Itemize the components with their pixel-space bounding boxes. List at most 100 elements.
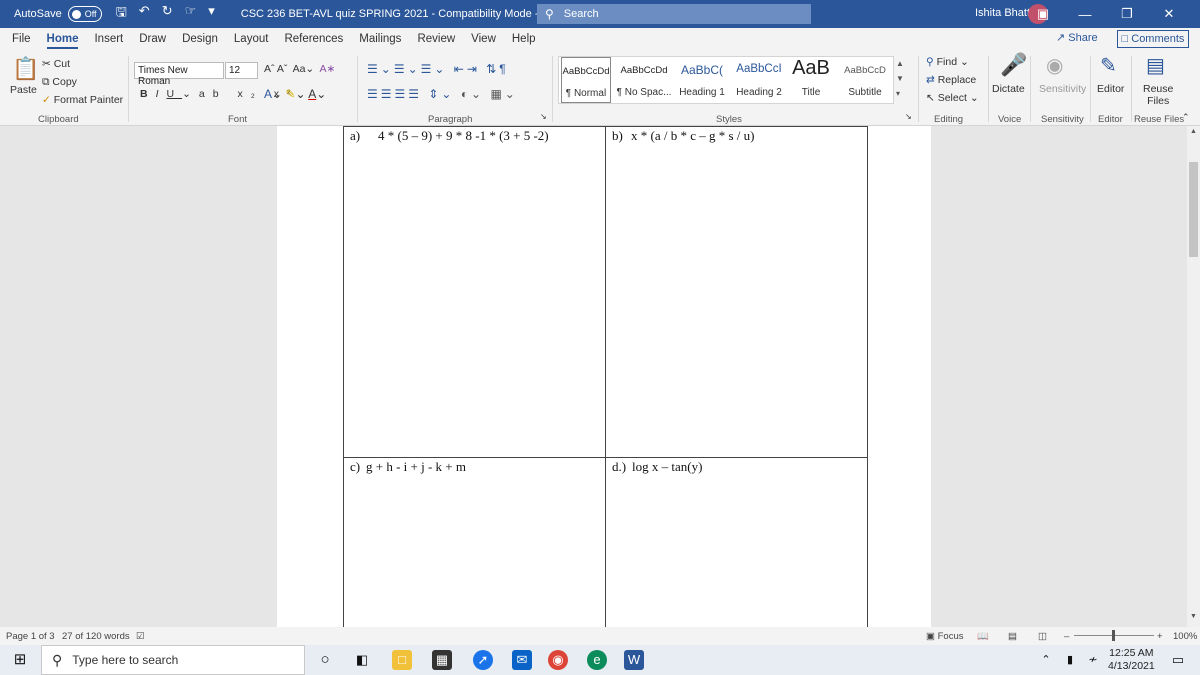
close-icon[interactable]: ✕ bbox=[1148, 6, 1190, 22]
tab-layout[interactable]: Layout bbox=[226, 28, 277, 50]
paste-button[interactable]: Paste bbox=[10, 84, 37, 96]
sensitivity-button[interactable]: Sensitivity bbox=[1039, 83, 1086, 95]
page-count[interactable]: Page 1 of 3 bbox=[6, 631, 55, 642]
store-icon[interactable]: ▦ bbox=[432, 650, 452, 670]
mail-icon[interactable]: ✉ bbox=[512, 650, 532, 670]
replace-button[interactable]: ⇄ Replace bbox=[926, 74, 976, 86]
chrome-icon[interactable]: ◉ bbox=[548, 650, 568, 670]
windows-start-icon[interactable]: ⊞ bbox=[10, 650, 30, 670]
question-b-expression[interactable]: x * (a / b * c – g * s / u) bbox=[631, 128, 754, 144]
wifi-icon[interactable]: ≁ bbox=[1083, 650, 1103, 670]
tab-design[interactable]: Design bbox=[174, 28, 226, 50]
style-heading-1[interactable]: AaBbC(Heading 1 bbox=[673, 57, 731, 103]
dialog-launcher-icon[interactable]: ↘ bbox=[540, 112, 547, 121]
style-subtitle[interactable]: AaBbCcD Subtitle bbox=[837, 57, 893, 103]
find-label: Find bbox=[936, 56, 958, 68]
zoom-out-icon[interactable]: – bbox=[1064, 631, 1069, 642]
print-layout-icon[interactable]: ▤ bbox=[1008, 631, 1017, 642]
focus-button[interactable]: ▣ Focus bbox=[926, 631, 964, 642]
dialog-launcher-icon[interactable]: ↘ bbox=[905, 112, 912, 121]
paragraph-group-label: Paragraph bbox=[428, 114, 473, 125]
search-box[interactable]: ⚲ Search bbox=[537, 4, 811, 24]
style-heading-2[interactable]: AaBbCcI Heading 2 bbox=[731, 57, 787, 103]
battery-icon[interactable]: ▮ bbox=[1060, 650, 1080, 670]
restore-icon[interactable]: ❐ bbox=[1106, 6, 1148, 22]
style-title[interactable]: AaB Title bbox=[787, 57, 835, 103]
taskbar-search[interactable]: ⚲ Type here to search bbox=[41, 645, 305, 675]
question-c-letter[interactable]: c) bbox=[350, 459, 360, 475]
minimize-icon[interactable]: — bbox=[1064, 7, 1106, 22]
grow-font-icon[interactable]: Aˆ Aˇ Aa⌄ A∗ bbox=[264, 63, 335, 75]
customize-qa-icon[interactable]: ▾ bbox=[208, 3, 215, 25]
save-icon[interactable]: 🖫 bbox=[116, 3, 127, 25]
reuse-files-button[interactable]: Reuse Files bbox=[1143, 83, 1173, 107]
tab-review[interactable]: Review bbox=[409, 28, 463, 50]
dictate-button[interactable]: Dictate bbox=[992, 83, 1025, 95]
comments-label: Comments bbox=[1131, 33, 1185, 45]
word-count[interactable]: 27 of 120 words bbox=[62, 631, 130, 642]
tab-view[interactable]: View bbox=[463, 28, 504, 50]
zoom-slider-thumb[interactable] bbox=[1112, 630, 1115, 641]
autosave-toggle[interactable]: Off bbox=[67, 6, 102, 22]
alignment-buttons[interactable]: ☰☰☰☰ ⇕⌄ ◐⌄ ▦⌄ bbox=[367, 87, 518, 101]
collapse-ribbon-icon[interactable]: ⌃ bbox=[1182, 112, 1190, 123]
vertical-scrollbar[interactable]: ▲ ▼ bbox=[1187, 126, 1200, 627]
zoom-level[interactable]: 100% bbox=[1173, 631, 1197, 642]
paste-icon[interactable]: 📋 bbox=[12, 56, 39, 82]
tab-file[interactable]: File bbox=[4, 28, 39, 50]
question-a-letter[interactable]: a) bbox=[350, 128, 360, 144]
question-b-letter[interactable]: b) bbox=[612, 128, 623, 144]
list-buttons[interactable]: ☰⌄☰⌄☰⌄ ⇤⇥ ⇅¶ bbox=[367, 62, 509, 76]
question-d-expression[interactable]: log x – tan(y) bbox=[632, 459, 702, 475]
zoom-in-icon[interactable]: + bbox=[1157, 631, 1163, 642]
comments-button[interactable]: □ Comments bbox=[1117, 30, 1189, 48]
find-button[interactable]: ⚲ Find ⌄ bbox=[926, 56, 969, 68]
document-area[interactable]: a) 4 * (5 – 9) + 9 * 8 -1 * (3 + 5 -2) b… bbox=[0, 126, 1187, 627]
tab-references[interactable]: References bbox=[276, 28, 351, 50]
sensitivity-icon[interactable]: ◉ bbox=[1046, 53, 1063, 78]
undo-icon[interactable]: ↶ bbox=[139, 3, 150, 25]
styles-scroll-icon[interactable]: ▲ ▼ ▾ bbox=[896, 56, 904, 101]
tab-mailings[interactable]: Mailings bbox=[351, 28, 409, 50]
scroll-up-icon[interactable]: ▲ bbox=[1187, 128, 1200, 140]
font-size-dropdown[interactable]: 12 bbox=[225, 62, 258, 79]
select-button[interactable]: ↖ Select ⌄ bbox=[926, 92, 979, 104]
editor-icon[interactable]: ✎ bbox=[1100, 53, 1117, 78]
question-d-letter[interactable]: d.) bbox=[612, 459, 626, 475]
microphone-icon[interactable]: 🎤 bbox=[1000, 52, 1027, 78]
word-app-icon[interactable]: W bbox=[624, 650, 644, 670]
style-normal[interactable]: AaBbCcDd ¶ Normal bbox=[561, 57, 611, 103]
redo-icon[interactable]: ↻ bbox=[162, 3, 173, 25]
file-explorer-icon[interactable]: □ bbox=[392, 650, 412, 670]
chevron-up-icon[interactable]: ⌃ bbox=[1036, 650, 1056, 670]
scroll-down-icon[interactable]: ▼ bbox=[1187, 613, 1200, 625]
question-c-expression[interactable]: g + h - i + j - k + m bbox=[366, 459, 466, 475]
notifications-icon[interactable]: ▭ bbox=[1168, 650, 1188, 670]
cut-button[interactable]: ✂ Cut bbox=[42, 58, 70, 70]
cortana-icon[interactable]: ○ bbox=[315, 650, 335, 670]
font-name-dropdown[interactable]: Times New Roman bbox=[134, 62, 224, 87]
tab-help[interactable]: Help bbox=[504, 28, 544, 50]
tab-insert[interactable]: Insert bbox=[86, 28, 131, 50]
editor-button[interactable]: Editor bbox=[1097, 83, 1124, 95]
question-a-expression[interactable]: 4 * (5 – 9) + 9 * 8 -1 * (3 + 5 -2) bbox=[378, 128, 549, 144]
proofing-icon[interactable]: ☑ bbox=[136, 631, 145, 642]
tab-home[interactable]: Home bbox=[39, 28, 87, 50]
copy-button[interactable]: ⧉ Copy bbox=[42, 76, 77, 89]
style-sample: AaBbCcD bbox=[844, 65, 886, 76]
clock[interactable]: 12:25 AM 4/13/2021 bbox=[1108, 647, 1155, 673]
tab-draw[interactable]: Draw bbox=[131, 28, 174, 50]
task-view-icon[interactable]: ◧ bbox=[352, 650, 372, 670]
share-button[interactable]: ↗ Share bbox=[1056, 31, 1098, 44]
browser-icon[interactable]: ➚ bbox=[473, 650, 493, 670]
ribbon-display-icon[interactable]: ▣ bbox=[1022, 6, 1064, 22]
style-no-spacing[interactable]: AaBbCcDd ¶ No Spac... bbox=[615, 57, 673, 103]
format-painter-button[interactable]: ✓ Format Painter bbox=[42, 94, 123, 106]
text-color-buttons[interactable]: A⌄ ✎⌄ A⌄ bbox=[264, 87, 326, 101]
edge-icon[interactable]: e bbox=[587, 650, 607, 670]
touch-mode-icon[interactable]: ☞ bbox=[185, 3, 197, 25]
reuse-files-icon[interactable]: ▤ bbox=[1146, 53, 1165, 78]
web-layout-icon[interactable]: ◫ bbox=[1038, 631, 1047, 642]
read-mode-icon[interactable]: 📖 bbox=[977, 631, 989, 642]
scroll-thumb[interactable] bbox=[1189, 162, 1198, 257]
